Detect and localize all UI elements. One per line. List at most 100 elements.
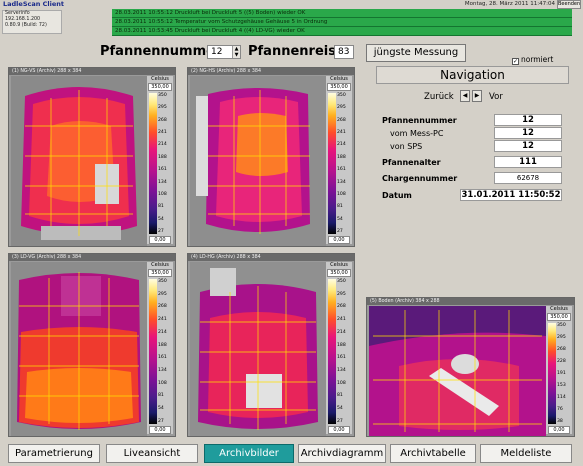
tab-archivdiagramm[interactable]: Archivdiagramm — [298, 444, 386, 463]
ladle-trip-stepper[interactable]: 83 — [334, 45, 354, 59]
color-gradient-bar — [328, 279, 336, 424]
scale-tick: 38 — [557, 419, 563, 424]
tab-parametrierung[interactable]: Parametrierung — [8, 444, 100, 463]
checkbox-icon[interactable]: ✓ — [512, 58, 519, 65]
ladle-age-label: Pfannenalter — [382, 158, 441, 167]
ladle-trip-label: Pfannenreise — [248, 44, 345, 59]
scale-max-input[interactable]: 350,00 — [327, 269, 351, 277]
tab-liveansicht[interactable]: Liveansicht — [106, 444, 198, 463]
server-info: Serverinfo 192.168.1.200 0.80.9 (Build: … — [2, 10, 62, 34]
scale-tick: 134 — [158, 368, 167, 374]
scale-tick: 153 — [557, 383, 566, 388]
panel-title: (1) NG-VS (Archiv) 288 x 384 — [9, 68, 175, 75]
thermal-image[interactable] — [11, 76, 147, 246]
ladle-age-value: 111 — [494, 156, 562, 168]
scale-tick: 214 — [158, 329, 167, 335]
scale-min-input[interactable]: 0,00 — [149, 236, 171, 244]
tab-archivbilder[interactable]: Archivbilder — [204, 444, 294, 463]
scale-tick: 76 — [557, 407, 563, 412]
scale-tick: 350 — [557, 323, 566, 328]
color-scale: Celsius 350,00 350 295 268 228 191 153 1… — [546, 306, 572, 434]
thermal-panel-3[interactable]: (3) LD-VG (Archiv) 288 x 384 Celsius 350… — [8, 253, 176, 437]
stepper-arrows-icon[interactable]: ▲ ▼ — [232, 46, 240, 58]
ladle-number-label: Pfannennummer — [100, 44, 222, 59]
normalized-checkbox[interactable]: ✓ normiert — [512, 55, 553, 65]
scale-tick: 350 — [158, 93, 167, 98]
scale-ticks: 350 295 268 241 214 188 161 134 108 81 5… — [158, 93, 173, 234]
from-pc-value: 12 — [494, 127, 562, 139]
from-plc-value: 12 — [494, 140, 562, 152]
alarm-row[interactable]: 28.03.2011 10:55:12 Temperatur vom Schut… — [112, 18, 572, 27]
scale-tick: 188 — [158, 342, 167, 348]
scale-unit: Celsius — [151, 262, 169, 268]
scale-tick: 268 — [557, 347, 566, 352]
back-arrow-icon[interactable]: ◀ — [460, 90, 470, 102]
scale-unit: Celsius — [330, 262, 348, 268]
thermal-image[interactable] — [11, 262, 147, 436]
scale-tick: 81 — [158, 204, 164, 210]
scale-tick: 241 — [158, 317, 167, 323]
scale-tick: 81 — [337, 393, 343, 399]
color-gradient-bar — [548, 323, 556, 424]
color-gradient-bar — [328, 93, 336, 234]
tab-meldeliste[interactable]: Meldeliste — [480, 444, 572, 463]
thermal-image[interactable] — [369, 306, 546, 436]
scale-tick: 214 — [337, 329, 346, 335]
scale-tick: 134 — [158, 179, 167, 185]
scale-tick: 295 — [158, 105, 167, 111]
exit-button[interactable]: Beenden — [557, 0, 581, 9]
scale-min-input[interactable]: 0,00 — [149, 426, 171, 434]
navigation-title: Navigation — [376, 66, 569, 84]
scale-ticks: 350 295 268 241 214 188 161 134 108 81 5… — [158, 279, 173, 424]
scale-tick: 27 — [337, 228, 343, 234]
scale-tick: 295 — [337, 291, 346, 297]
scale-max-input[interactable]: 350,00 — [327, 83, 351, 91]
scale-tick: 268 — [158, 117, 167, 123]
thermal-panel-2[interactable]: (2) NG-HS (Archiv) 288 x 384 Celsius 350… — [187, 67, 355, 247]
scale-tick: 108 — [337, 380, 346, 386]
color-scale: Celsius 350,00 350 295 268 241 214 188 1… — [326, 262, 352, 434]
scale-tick: 214 — [337, 142, 346, 148]
scale-tick: 191 — [557, 371, 566, 376]
scale-tick: 108 — [158, 191, 167, 197]
scale-tick: 188 — [337, 342, 346, 348]
panel-title: (5) Boden (Archiv) 384 x 288 — [367, 298, 574, 305]
scale-max-input[interactable]: 350,00 — [148, 83, 172, 91]
scale-tick: 114 — [557, 395, 566, 400]
color-scale: Celsius 350,00 350 295 268 241 214 188 1… — [326, 76, 352, 244]
scale-tick: 161 — [337, 167, 346, 173]
tab-archivtabelle[interactable]: Archivtabelle — [390, 444, 476, 463]
scale-tick: 241 — [337, 130, 346, 136]
alarm-row[interactable]: 28.03.2011 10:55:12 Druckluft bei Druckl… — [112, 9, 572, 18]
scale-min-input[interactable]: 0,00 — [328, 236, 350, 244]
scale-tick: 350 — [337, 93, 346, 98]
forward-arrow-icon[interactable]: ▶ — [472, 90, 482, 102]
scale-max-input[interactable]: 350,00 — [547, 313, 571, 321]
back-label[interactable]: Zurück — [424, 92, 454, 102]
thermal-panel-4[interactable]: (4) LD-HG (Archiv) 288 x 384 Celsius 350… — [187, 253, 355, 437]
scale-min-input[interactable]: 0,00 — [548, 426, 570, 434]
alarm-list[interactable]: 28.03.2011 10:55:12 Druckluft bei Druckl… — [112, 9, 572, 36]
scale-tick: 188 — [158, 154, 167, 160]
scale-tick: 295 — [158, 291, 167, 297]
app-title: LadleScan Client — [3, 0, 64, 8]
scale-tick: 27 — [158, 418, 164, 424]
scale-tick: 134 — [337, 368, 346, 374]
thermal-image[interactable] — [190, 76, 326, 246]
thermal-panel-1[interactable]: (1) NG-VS (Archiv) 288 x 384 Celsius 350… — [8, 67, 176, 247]
thermal-panel-5[interactable]: (5) Boden (Archiv) 384 x 288 Celsius 350… — [366, 297, 575, 437]
forward-label[interactable]: Vor — [489, 92, 503, 102]
scale-tick: 188 — [337, 154, 346, 160]
scale-tick: 54 — [337, 406, 343, 412]
scale-tick: 81 — [337, 204, 343, 210]
thermal-image[interactable] — [190, 262, 326, 436]
alarm-row[interactable]: 28.03.2011 10:53:45 Druckluft bei Druckl… — [112, 27, 572, 36]
color-scale: Celsius 350,00 350 295 268 241 214 188 1… — [147, 262, 173, 434]
ladle-number-stepper[interactable]: 12 ▲ ▼ — [207, 45, 241, 59]
newest-measurement-button[interactable]: jüngste Messung — [366, 44, 466, 62]
charge-number-input[interactable]: 62678 — [494, 172, 562, 184]
scale-min-input[interactable]: 0,00 — [328, 426, 350, 434]
scale-tick: 54 — [337, 216, 343, 222]
scale-max-input[interactable]: 350,00 — [148, 269, 172, 277]
scale-tick: 268 — [337, 117, 346, 123]
